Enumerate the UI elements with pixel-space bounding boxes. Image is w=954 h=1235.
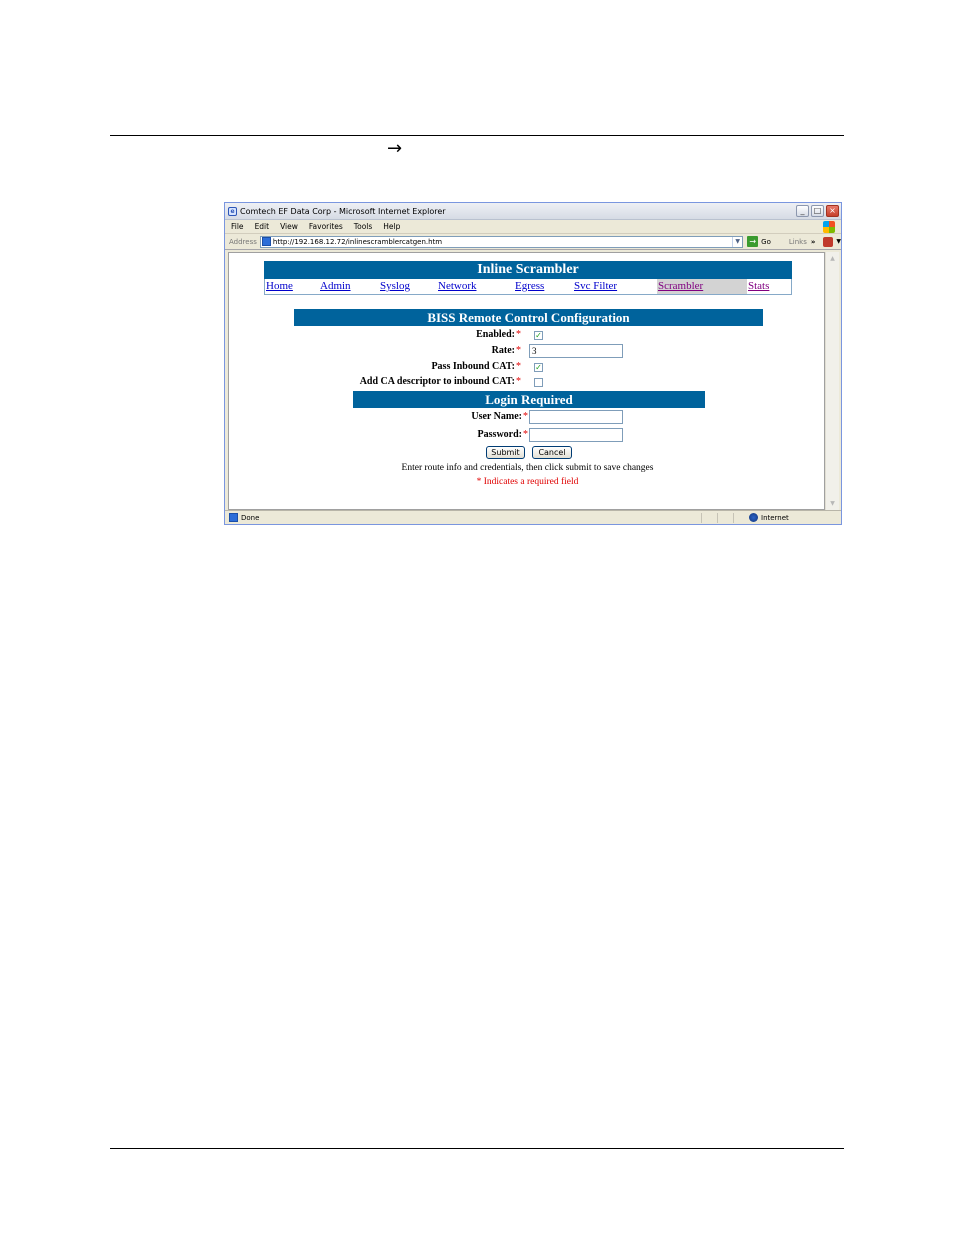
nav-svc-filter[interactable]: Svc Filter: [573, 279, 657, 294]
scroll-up-icon[interactable]: ▲: [827, 253, 838, 264]
ie-logo-icon: e: [228, 206, 237, 216]
menu-tools[interactable]: Tools: [354, 222, 372, 231]
menu-bar: File Edit View Favorites Tools Help: [225, 220, 841, 234]
browser-window: e Comtech EF Data Corp - Microsoft Inter…: [224, 202, 842, 525]
status-divider: [717, 512, 718, 523]
menu-file[interactable]: File: [231, 222, 244, 231]
rate-input[interactable]: [529, 344, 623, 358]
password-label: Password:*: [477, 429, 528, 440]
address-url: http://192.168.12.72/inlinescramblercatg…: [272, 237, 443, 246]
menu-favorites[interactable]: Favorites: [309, 222, 343, 231]
links-button[interactable]: Links: [789, 238, 807, 246]
nav-admin[interactable]: Admin: [319, 279, 379, 294]
submit-button[interactable]: Submit: [486, 446, 525, 459]
minimize-button[interactable]: _: [796, 205, 809, 217]
page-icon: [261, 237, 271, 246]
username-label: User Name:*: [471, 411, 528, 422]
status-divider: [701, 512, 702, 523]
go-button[interactable]: → Go: [747, 236, 771, 247]
nav-syslog[interactable]: Syslog: [379, 279, 437, 294]
login-section-header: Login Required: [353, 391, 705, 408]
status-text: Done: [241, 513, 260, 522]
go-arrow-icon: →: [747, 236, 759, 247]
pass-cat-checkbox[interactable]: ✓: [534, 363, 543, 372]
browser-titlebar[interactable]: e Comtech EF Data Corp - Microsoft Inter…: [225, 203, 841, 220]
password-input[interactable]: [529, 428, 623, 442]
required-field-note: * Indicates a required field: [476, 477, 579, 487]
menu-view[interactable]: View: [280, 222, 298, 231]
nav-network[interactable]: Network: [437, 279, 514, 294]
vertical-scrollbar[interactable]: ▲ ▼: [825, 252, 839, 510]
add-ca-label: Add CA descriptor to inbound CAT:*: [359, 376, 521, 387]
enabled-label: Enabled:*: [476, 329, 521, 340]
scroll-down-icon[interactable]: ▼: [827, 498, 838, 509]
right-arrow-icon: →: [387, 138, 403, 159]
globe-icon: [749, 513, 758, 522]
cancel-button[interactable]: Cancel: [532, 446, 572, 459]
nav-home[interactable]: Home: [265, 279, 319, 294]
rate-label: Rate:*: [491, 345, 521, 356]
menu-help[interactable]: Help: [383, 222, 400, 231]
web-content: Inline Scrambler Home Admin Syslog Netwo…: [228, 252, 825, 510]
nav-stats[interactable]: Stats: [747, 279, 791, 294]
address-input[interactable]: http://192.168.12.72/inlinescramblercatg…: [259, 235, 744, 248]
pass-cat-label: Pass Inbound CAT:*: [431, 361, 521, 372]
add-ca-checkbox[interactable]: [534, 378, 543, 387]
status-divider: [733, 512, 734, 523]
nav-scrambler[interactable]: Scrambler: [657, 279, 747, 294]
enabled-checkbox[interactable]: ✓: [534, 331, 543, 340]
page-status-icon: [229, 513, 238, 522]
links-chevron-icon[interactable]: »: [811, 238, 816, 246]
toolbar-extension-icon[interactable]: [823, 236, 834, 247]
caret-down-icon[interactable]: ▼: [836, 238, 841, 245]
bottom-rule: [110, 1148, 844, 1149]
address-label: Address: [229, 237, 257, 246]
username-input[interactable]: [529, 410, 623, 424]
address-bar: Address http://192.168.12.72/inlinescram…: [225, 234, 841, 250]
go-label: Go: [761, 237, 771, 246]
page-title: Inline Scrambler: [264, 261, 792, 279]
chevron-down-icon[interactable]: ▼: [732, 236, 742, 247]
menu-edit[interactable]: Edit: [255, 222, 270, 231]
windows-logo-icon: [823, 221, 835, 233]
instruction-text: Enter route info and credentials, then c…: [401, 463, 654, 473]
top-rule: [110, 135, 844, 136]
nav-egress[interactable]: Egress: [514, 279, 573, 294]
window-title: Comtech EF Data Corp - Microsoft Interne…: [240, 206, 446, 216]
maximize-button[interactable]: □: [811, 205, 824, 217]
nav-bar: Home Admin Syslog Network Egress Svc Fil…: [264, 279, 792, 295]
status-bar: Done Internet: [225, 510, 841, 524]
biss-section-header: BISS Remote Control Configuration: [294, 309, 763, 326]
security-zone: Internet: [761, 513, 789, 522]
close-button[interactable]: ×: [826, 205, 839, 217]
